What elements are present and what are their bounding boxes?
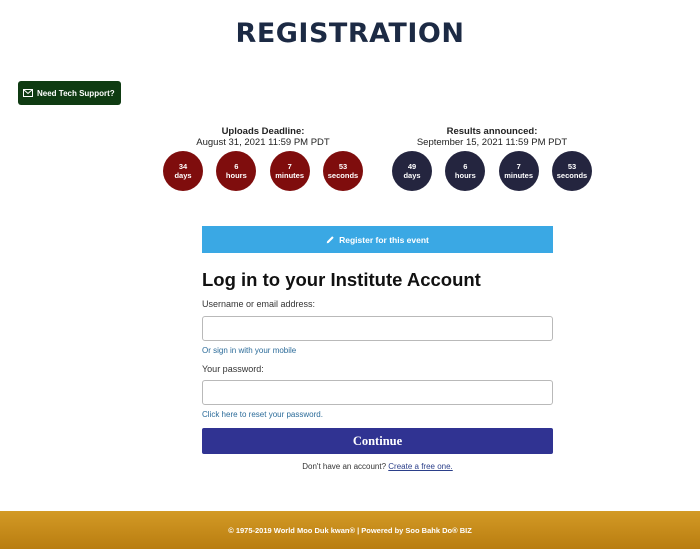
countdown-unit: minutes bbox=[504, 171, 534, 180]
results-hours-circle: 6 hours bbox=[445, 151, 486, 191]
results-announced-label: Results announced: bbox=[446, 126, 538, 137]
pencil-icon bbox=[326, 236, 334, 244]
results-countdown: Results announced: September 15, 2021 11… bbox=[391, 126, 593, 191]
tech-support-button[interactable]: Need Tech Support? bbox=[18, 81, 121, 105]
results-seconds-circle: 53 seconds bbox=[551, 151, 592, 191]
uploads-days-circle: 34 days bbox=[163, 151, 203, 191]
countdown-value: 7 bbox=[287, 162, 292, 171]
continue-button[interactable]: Continue bbox=[202, 428, 553, 454]
countdown-value: 34 bbox=[178, 162, 188, 171]
countdown-value: 53 bbox=[338, 162, 348, 171]
countdown-value: 49 bbox=[407, 162, 417, 171]
username-label: Username or email address: bbox=[202, 299, 316, 309]
countdown-unit: days bbox=[403, 171, 421, 180]
no-account-text: Don't have an account? bbox=[302, 462, 387, 471]
countdown-value: 7 bbox=[516, 162, 521, 171]
password-input[interactable] bbox=[202, 380, 553, 405]
uploads-deadline-label: Uploads Deadline: bbox=[221, 126, 305, 137]
register-event-label: Register for this event bbox=[339, 234, 429, 245]
uploads-minutes-circle: 7 minutes bbox=[269, 151, 310, 191]
footer: © 1975-2019 World Moo Duk kwan® | Powere… bbox=[0, 511, 700, 549]
countdown-unit: days bbox=[174, 171, 192, 180]
results-announced-date: September 15, 2021 11:59 PM PDT bbox=[416, 137, 568, 148]
countdown-value: 6 bbox=[463, 162, 468, 171]
countdown-unit: minutes bbox=[275, 171, 305, 180]
register-event-button[interactable]: Register for this event bbox=[202, 226, 553, 253]
countdown-value: 6 bbox=[234, 162, 239, 171]
uploads-countdown: Uploads Deadline: August 31, 2021 11:59 … bbox=[162, 126, 364, 191]
results-days-circle: 49 days bbox=[392, 151, 432, 191]
envelope-icon bbox=[23, 89, 33, 97]
username-input[interactable] bbox=[202, 316, 553, 341]
countdown-unit: hours bbox=[225, 171, 247, 180]
countdown-unit: hours bbox=[454, 171, 476, 180]
uploads-hours-circle: 6 hours bbox=[216, 151, 257, 191]
signup-prompt: Don't have an account? Create a free one… bbox=[202, 462, 553, 471]
create-account-link[interactable]: Create a free one. bbox=[388, 462, 452, 471]
uploads-seconds-circle: 53 seconds bbox=[322, 151, 363, 191]
reset-password-link[interactable]: Click here to reset your password. bbox=[202, 410, 323, 419]
login-heading: Log in to your Institute Account bbox=[202, 269, 481, 290]
countdown-value: 53 bbox=[567, 162, 577, 171]
password-label: Your password: bbox=[202, 364, 264, 374]
page-title: REGISTRATION bbox=[235, 18, 465, 49]
results-minutes-circle: 7 minutes bbox=[498, 151, 539, 191]
footer-copyright: © 1975-2019 World Moo Duk kwan® | Powere… bbox=[228, 525, 472, 535]
uploads-deadline-date: August 31, 2021 11:59 PM PDT bbox=[196, 137, 330, 148]
countdown-unit: seconds bbox=[327, 171, 359, 180]
mobile-signin-link[interactable]: Or sign in with your mobile bbox=[202, 346, 296, 355]
countdown-unit: seconds bbox=[556, 171, 588, 180]
tech-support-label: Need Tech Support? bbox=[37, 88, 115, 98]
